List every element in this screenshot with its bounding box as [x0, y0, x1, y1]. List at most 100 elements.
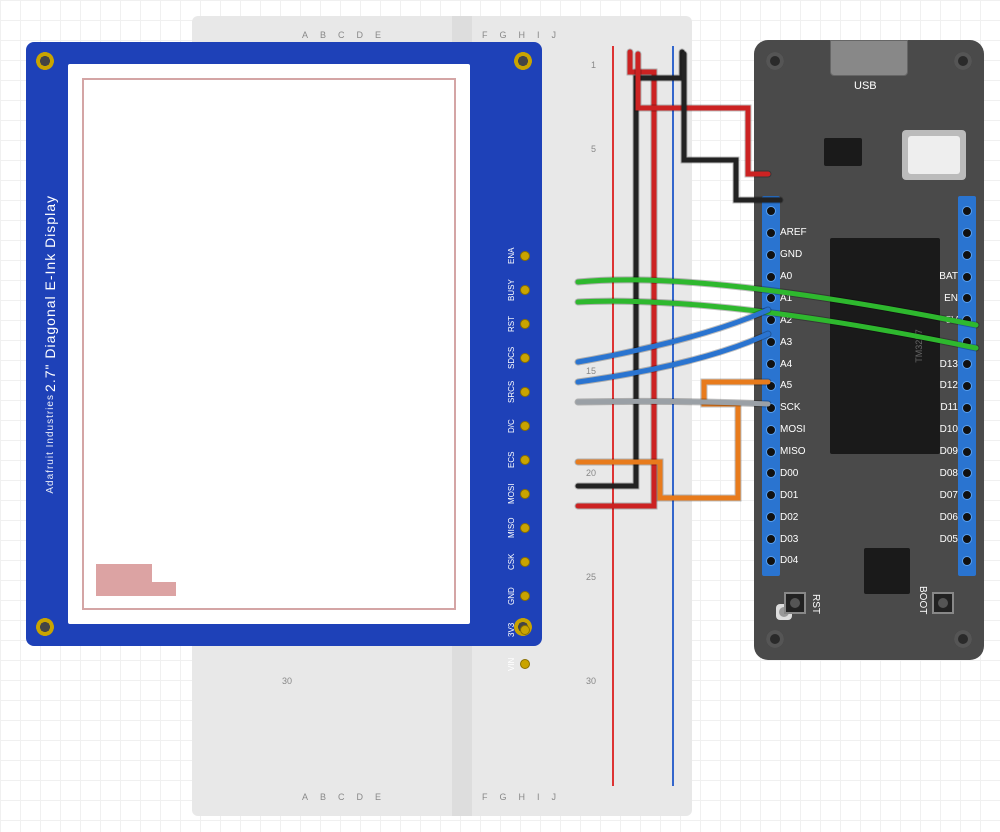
pin-hole-icon	[766, 468, 776, 478]
mcu-pin-label: D06	[940, 512, 958, 523]
mcu-pin-label: EN	[944, 293, 958, 304]
mcu-pin-label: D09	[940, 446, 958, 457]
eink-pin-header: ENABUSYRSTSDCSSRCSD/CECSMOSIMISOCSKGND3V…	[507, 242, 530, 678]
mounting-hole-icon	[954, 52, 972, 70]
pin-hole-icon	[520, 387, 530, 397]
eink-pin-label: MISO	[507, 514, 516, 542]
mcu-pin-label: D13	[940, 359, 958, 370]
pin-hole-icon	[766, 359, 776, 369]
mcu-pin-d09: D09	[940, 441, 972, 463]
mcu-pin-label: MISO	[780, 446, 806, 457]
eink-subtitle: Adafruit Industries	[45, 394, 56, 494]
eink-active-area	[82, 78, 456, 610]
mcu-pin-d06: D06	[940, 506, 972, 528]
eink-screen-area	[68, 64, 470, 624]
pin-hole-icon	[962, 447, 972, 457]
pin-hole-icon	[520, 523, 530, 533]
mcu-pin-label: D08	[940, 468, 958, 479]
pin-hole-icon	[520, 421, 530, 431]
pin-hole-icon	[520, 319, 530, 329]
mounting-hole-icon	[514, 52, 532, 70]
mcu-pin-d07: D07	[940, 484, 972, 506]
mcu-pin-d11: D11	[940, 397, 972, 419]
row-label: 5	[591, 144, 596, 154]
chip-label: TM32F7	[914, 329, 924, 363]
mcu-pin-label: A2	[780, 315, 792, 326]
eink-pin-sdcs: SDCS	[507, 344, 530, 372]
mcu-pin-d13: D13	[940, 353, 972, 375]
usb-label: USB	[854, 80, 877, 92]
eink-pin-label: ENA	[507, 242, 516, 270]
pin-hole-icon	[520, 353, 530, 363]
mcu-pin-d12: D12	[940, 375, 972, 397]
jst-battery-connector-icon	[902, 130, 966, 180]
mcu-pin-label: A3	[780, 337, 792, 348]
col-labels-right-bot: FGHIJ	[482, 792, 556, 802]
pin-hole-icon	[766, 556, 776, 566]
diagram-canvas: ABCDE FGHIJ ABCDE FGHIJ 1 5 15 20 25 30 …	[0, 0, 1000, 832]
pin-hole-icon	[962, 359, 972, 369]
feather-mcu-board: USB TM32F7 AREFGNDA0A1A2A3A4A5SCKMOSIMIS…	[754, 40, 984, 660]
pin-hole-icon	[766, 250, 776, 260]
mcu-pin-nc	[958, 331, 972, 353]
pin-hole-icon	[766, 315, 776, 325]
eink-pin-ecs: ECS	[507, 446, 530, 474]
pin-hole-icon	[766, 447, 776, 457]
pin-hole-icon	[962, 315, 972, 325]
mcu-right-header: BATEN5VD13D12D11D10D09D08D07D06D05	[958, 196, 976, 576]
boot-button[interactable]	[932, 592, 954, 614]
pin-hole-icon	[962, 381, 972, 391]
boot-button-label: BOOT	[917, 586, 928, 614]
mcu-pin-label: D03	[780, 534, 798, 545]
regulator-chip-icon	[824, 138, 862, 166]
mcu-pin-nc	[958, 550, 972, 572]
row-label: 20	[586, 468, 596, 478]
eink-pin-label: ECS	[507, 446, 516, 474]
eink-pin-miso: MISO	[507, 514, 530, 542]
power-rail-red	[612, 46, 614, 786]
mcu-pin-label: AREF	[780, 227, 807, 238]
mcu-pin-label: A4	[780, 359, 792, 370]
eink-pin-vin: VIN	[507, 650, 530, 678]
pin-hole-icon	[520, 625, 530, 635]
pin-hole-icon	[520, 591, 530, 601]
pin-hole-icon	[962, 403, 972, 413]
mcu-pin-sck: SCK	[766, 397, 801, 419]
mcu-pin-a1: A1	[766, 288, 792, 310]
pin-hole-icon	[962, 425, 972, 435]
mcu-pin-a3: A3	[766, 331, 792, 353]
pin-hole-icon	[962, 534, 972, 544]
pin-hole-icon	[766, 272, 776, 282]
mcu-pin-a0: A0	[766, 266, 792, 288]
eink-pin-srcs: SRCS	[507, 378, 530, 406]
pin-hole-icon	[520, 489, 530, 499]
mcu-pin-label: D12	[940, 380, 958, 391]
mcu-pin-label: D02	[780, 512, 798, 523]
mcu-pin-label: D07	[940, 490, 958, 501]
pin-hole-icon	[962, 228, 972, 238]
pin-hole-icon	[766, 293, 776, 303]
row-label: 30	[282, 676, 292, 686]
usb-connector-icon	[830, 40, 908, 76]
mcu-pin-en: EN	[944, 288, 972, 310]
mounting-hole-icon	[954, 630, 972, 648]
eink-pin-label: MOSI	[507, 480, 516, 508]
eink-pin-label: BUSY	[507, 276, 516, 304]
power-rail-blue	[672, 46, 674, 786]
mcu-pin-label: 5V	[946, 315, 958, 326]
pin-hole-icon	[766, 425, 776, 435]
mounting-hole-icon	[766, 630, 784, 648]
eink-pin-mosi: MOSI	[507, 480, 530, 508]
pin-hole-icon	[520, 659, 530, 669]
mcu-pin-d05: D05	[940, 528, 972, 550]
mcu-pin-label: D01	[780, 490, 798, 501]
eink-pin-label: SDCS	[507, 344, 516, 372]
mcu-pin-miso: MISO	[766, 441, 806, 463]
pin-hole-icon	[766, 490, 776, 500]
secondary-chip-icon	[864, 548, 910, 594]
mcu-pin-5v: 5V	[946, 309, 972, 331]
mcu-pin-d04: D04	[766, 550, 798, 572]
rst-button[interactable]	[784, 592, 806, 614]
mcu-pin-d01: D01	[766, 484, 798, 506]
mcu-pin-bat: BAT	[939, 266, 972, 288]
